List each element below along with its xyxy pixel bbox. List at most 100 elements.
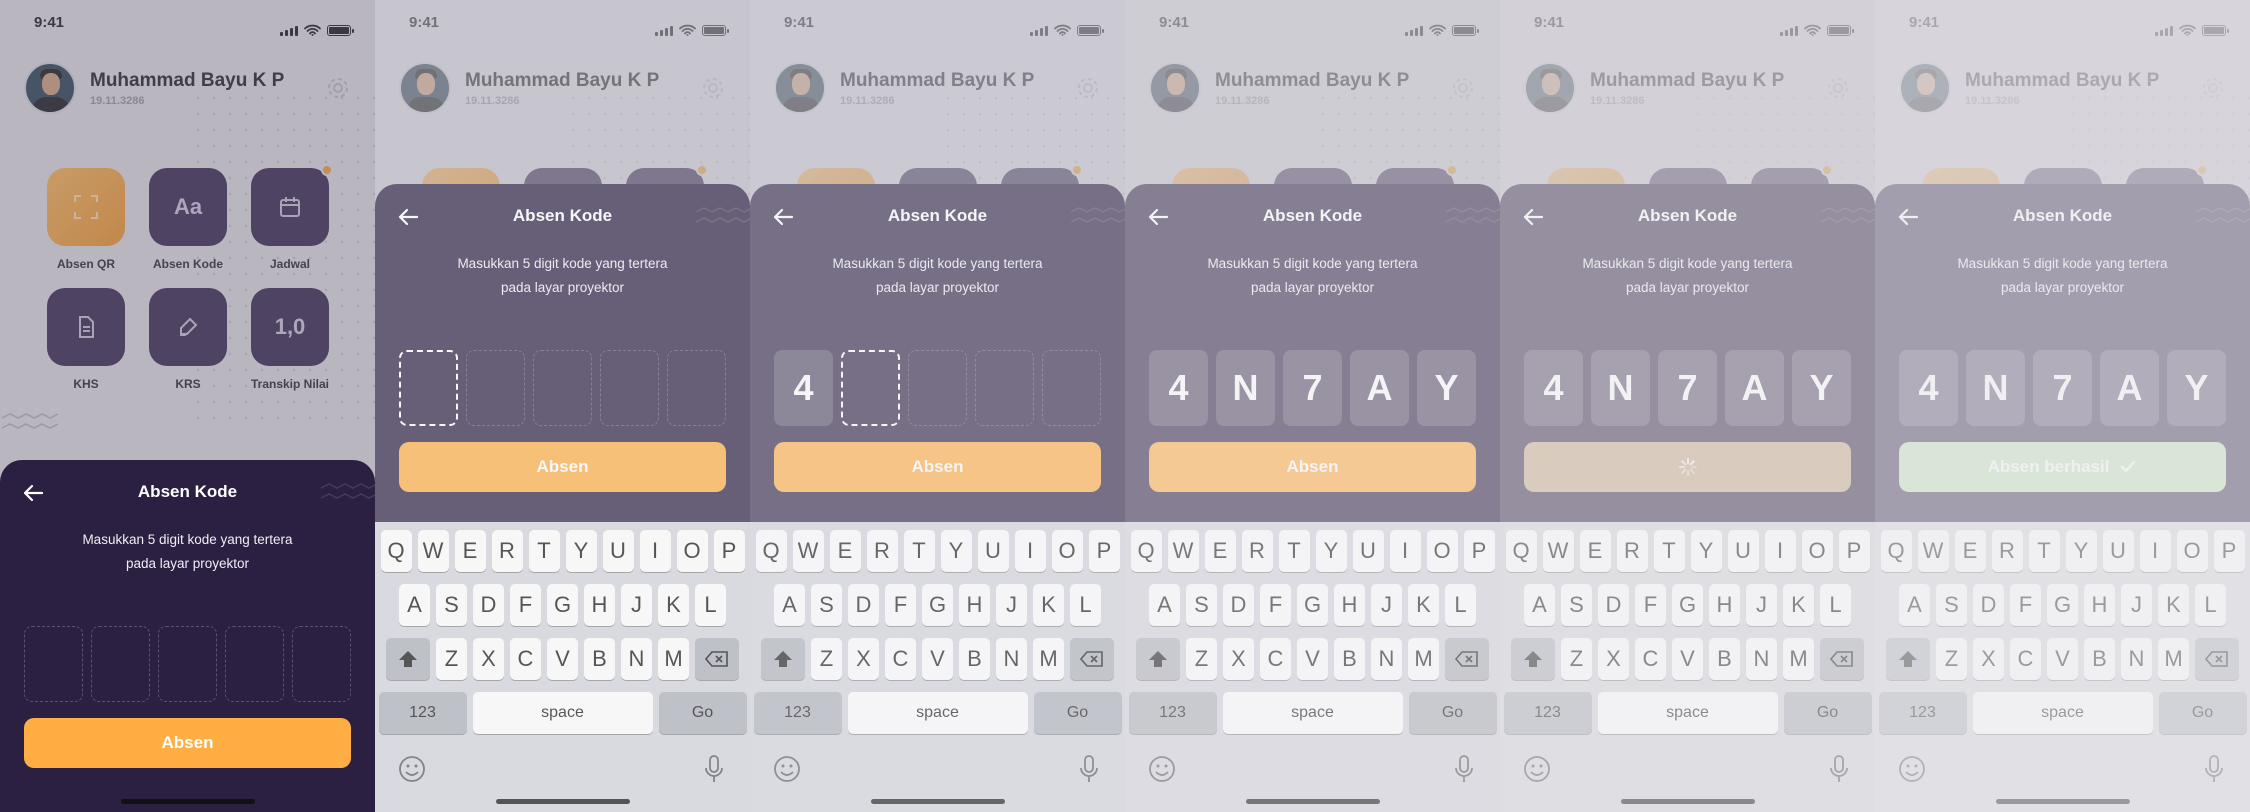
code-input-box-5[interactable]: Y: [1417, 350, 1476, 426]
key-u[interactable]: U: [1727, 530, 1759, 572]
key-n[interactable]: N: [1746, 638, 1777, 680]
key-h[interactable]: H: [1334, 584, 1365, 626]
key-h[interactable]: H: [2084, 584, 2115, 626]
key-h[interactable]: H: [959, 584, 990, 626]
key-e[interactable]: E: [1579, 530, 1611, 572]
absen-button[interactable]: Absen: [24, 718, 351, 768]
key-r[interactable]: R: [1616, 530, 1648, 572]
go-key[interactable]: Go: [1408, 692, 1497, 734]
code-input-box-5[interactable]: [1042, 350, 1101, 426]
key-y[interactable]: Y: [940, 530, 972, 572]
code-input-box-3[interactable]: 7: [2033, 350, 2092, 426]
key-f[interactable]: F: [1260, 584, 1291, 626]
key-q[interactable]: Q: [755, 530, 787, 572]
code-input-box-2[interactable]: [91, 626, 150, 702]
backspace-key[interactable]: [2195, 638, 2239, 680]
key-c[interactable]: C: [1260, 638, 1291, 680]
absen-button[interactable]: Absen: [774, 442, 1101, 492]
numbers-key[interactable]: 123: [1128, 692, 1217, 734]
key-o[interactable]: O: [1051, 530, 1083, 572]
key-x[interactable]: X: [1973, 638, 2004, 680]
key-t[interactable]: T: [1653, 530, 1685, 572]
microphone-icon[interactable]: [2204, 754, 2224, 784]
code-input-box-5[interactable]: Y: [1792, 350, 1851, 426]
key-z[interactable]: Z: [811, 638, 842, 680]
microphone-icon[interactable]: [1454, 754, 1474, 784]
key-r[interactable]: R: [491, 530, 523, 572]
key-d[interactable]: D: [848, 584, 879, 626]
go-key[interactable]: Go: [1783, 692, 1872, 734]
key-s[interactable]: S: [436, 584, 467, 626]
key-f[interactable]: F: [1635, 584, 1666, 626]
key-t[interactable]: T: [528, 530, 560, 572]
key-v[interactable]: V: [2047, 638, 2078, 680]
key-c[interactable]: C: [885, 638, 916, 680]
space-key[interactable]: space: [1597, 692, 1778, 734]
microphone-icon[interactable]: [704, 754, 724, 784]
key-a[interactable]: A: [774, 584, 805, 626]
key-j[interactable]: J: [1746, 584, 1777, 626]
key-m[interactable]: M: [1408, 638, 1439, 680]
key-q[interactable]: Q: [1880, 530, 1912, 572]
absen-button[interactable]: Absen berhasil: [1899, 442, 2226, 492]
key-a[interactable]: A: [399, 584, 430, 626]
key-j[interactable]: J: [1371, 584, 1402, 626]
shift-key[interactable]: [386, 638, 430, 680]
backspace-key[interactable]: [1820, 638, 1864, 680]
key-w[interactable]: W: [417, 530, 449, 572]
key-a[interactable]: A: [1524, 584, 1555, 626]
key-l[interactable]: L: [1820, 584, 1851, 626]
space-key[interactable]: space: [847, 692, 1028, 734]
key-m[interactable]: M: [2158, 638, 2189, 680]
backspace-key[interactable]: [695, 638, 739, 680]
absen-button[interactable]: Absen: [399, 442, 726, 492]
key-y[interactable]: Y: [2065, 530, 2097, 572]
emoji-icon[interactable]: [1897, 754, 1927, 784]
code-input-box-2[interactable]: N: [1591, 350, 1650, 426]
key-d[interactable]: D: [1223, 584, 1254, 626]
key-l[interactable]: L: [695, 584, 726, 626]
key-u[interactable]: U: [1352, 530, 1384, 572]
key-p[interactable]: P: [2213, 530, 2245, 572]
key-x[interactable]: X: [1598, 638, 1629, 680]
key-j[interactable]: J: [621, 584, 652, 626]
code-input-box-3[interactable]: [533, 350, 592, 426]
key-f[interactable]: F: [885, 584, 916, 626]
key-m[interactable]: M: [1033, 638, 1064, 680]
key-h[interactable]: H: [584, 584, 615, 626]
space-key[interactable]: space: [472, 692, 653, 734]
code-input-box-4[interactable]: A: [1350, 350, 1409, 426]
key-v[interactable]: V: [1672, 638, 1703, 680]
code-input-box-2[interactable]: N: [1216, 350, 1275, 426]
key-x[interactable]: X: [848, 638, 879, 680]
key-d[interactable]: D: [1598, 584, 1629, 626]
key-i[interactable]: I: [2139, 530, 2171, 572]
key-h[interactable]: H: [1709, 584, 1740, 626]
key-n[interactable]: N: [621, 638, 652, 680]
backspace-key[interactable]: [1070, 638, 1114, 680]
code-input-box-1[interactable]: [24, 626, 83, 702]
key-b[interactable]: B: [584, 638, 615, 680]
key-i[interactable]: I: [1014, 530, 1046, 572]
code-input-box-4[interactable]: [975, 350, 1034, 426]
code-input-box-1[interactable]: 4: [774, 350, 833, 426]
numbers-key[interactable]: 123: [1878, 692, 1967, 734]
key-l[interactable]: L: [2195, 584, 2226, 626]
key-e[interactable]: E: [1204, 530, 1236, 572]
key-f[interactable]: F: [510, 584, 541, 626]
key-x[interactable]: X: [1223, 638, 1254, 680]
key-f[interactable]: F: [2010, 584, 2041, 626]
key-w[interactable]: W: [792, 530, 824, 572]
shift-key[interactable]: [761, 638, 805, 680]
key-r[interactable]: R: [1241, 530, 1273, 572]
key-z[interactable]: Z: [436, 638, 467, 680]
code-input-box-4[interactable]: [225, 626, 284, 702]
key-d[interactable]: D: [1973, 584, 2004, 626]
key-g[interactable]: G: [2047, 584, 2078, 626]
code-input-box-1[interactable]: 4: [1149, 350, 1208, 426]
emoji-icon[interactable]: [1147, 754, 1177, 784]
key-e[interactable]: E: [829, 530, 861, 572]
key-d[interactable]: D: [473, 584, 504, 626]
backspace-key[interactable]: [1445, 638, 1489, 680]
key-r[interactable]: R: [866, 530, 898, 572]
